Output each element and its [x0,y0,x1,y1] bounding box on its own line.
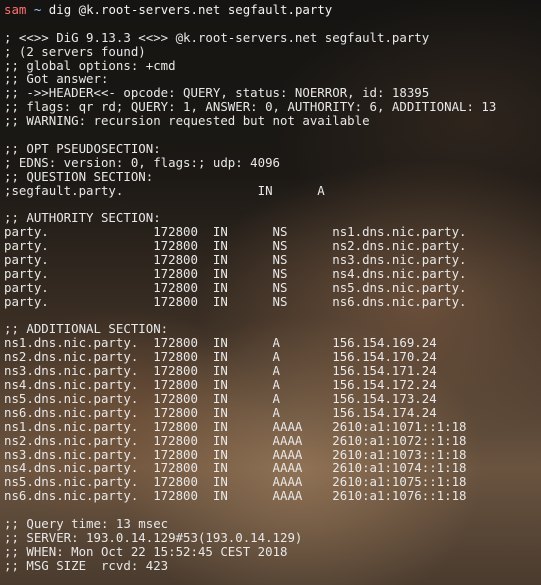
prompt-cwd: ~ [33,2,42,17]
additional-record: ns4.dns.nic.party. 172800 IN AAAA 2610:a… [4,460,467,476]
opt-line: ;; OPT PSEUDOSECTION: [4,140,161,156]
additional-record: ns3.dns.nic.party. 172800 IN AAAA 2610:a… [4,446,467,462]
additional-record: ns3.dns.nic.party. 172800 IN A 156.154.1… [4,363,437,379]
additional-record: ns6.dns.nic.party. 172800 IN A 156.154.1… [4,404,437,420]
authority-record: party. 172800 IN NS ns2.dns.nic.party. [4,238,467,254]
question-record: ;segfault.party. IN A [4,182,325,198]
opt-line: ; EDNS: version: 0, flags:; udp: 4096 [4,154,281,170]
authority-section-header: ;; AUTHORITY SECTION: [4,210,161,226]
footer-line: ;; SERVER: 193.0.14.129#53(193.0.14.129) [4,529,303,545]
footer-line: ;; WHEN: Mon Oct 22 15:52:45 CEST 2018 [4,543,288,559]
additional-record: ns2.dns.nic.party. 172800 IN A 156.154.1… [4,349,437,365]
header-line: ;; Got answer: [4,71,109,87]
footer-line: ;; Query time: 13 msec [4,515,169,531]
header-line: ;; global options: +cmd [4,57,176,73]
additional-record: ns6.dns.nic.party. 172800 IN AAAA 2610:a… [4,488,467,504]
authority-record: party. 172800 IN NS ns5.dns.nic.party. [4,279,467,295]
footer-line: ;; MSG SIZE rcvd: 423 [4,557,169,573]
header-line: ;; WARNING: recursion requested but not … [4,113,370,129]
question-section-header: ;; QUESTION SECTION: [4,168,154,184]
additional-record: ns5.dns.nic.party. 172800 IN AAAA 2610:a… [4,474,467,490]
authority-record: party. 172800 IN NS ns3.dns.nic.party. [4,252,467,268]
authority-record: party. 172800 IN NS ns1.dns.nic.party. [4,224,467,240]
additional-record: ns4.dns.nic.party. 172800 IN A 156.154.1… [4,377,437,393]
prompt-user: sam [4,2,27,17]
header-line: ; (2 servers found) [4,43,146,59]
additional-record: ns1.dns.nic.party. 172800 IN AAAA 2610:a… [4,418,467,434]
header-line: ;; ->>HEADER<<- opcode: QUERY, status: N… [4,85,430,101]
authority-record: party. 172800 IN NS ns6.dns.nic.party. [4,293,467,309]
additional-record: ns2.dns.nic.party. 172800 IN AAAA 2610:a… [4,432,467,448]
authority-record: party. 172800 IN NS ns4.dns.nic.party. [4,265,467,281]
header-line: ;; flags: qr rd; QUERY: 1, ANSWER: 0, AU… [4,99,497,115]
prompt-command: dig @k.root-servers.net segfault.party [48,2,333,17]
additional-record: ns5.dns.nic.party. 172800 IN A 156.154.1… [4,390,437,406]
additional-record: ns1.dns.nic.party. 172800 IN A 156.154.1… [4,335,437,351]
prompt-line: sam ~ dig @k.root-servers.net segfault.p… [4,3,541,17]
terminal-window[interactable]: sam ~ dig @k.root-servers.net segfault.p… [0,0,541,585]
header-line: ; <<>> DiG 9.13.3 <<>> @k.root-servers.n… [4,29,430,45]
additional-section-header: ;; ADDITIONAL SECTION: [4,321,169,337]
